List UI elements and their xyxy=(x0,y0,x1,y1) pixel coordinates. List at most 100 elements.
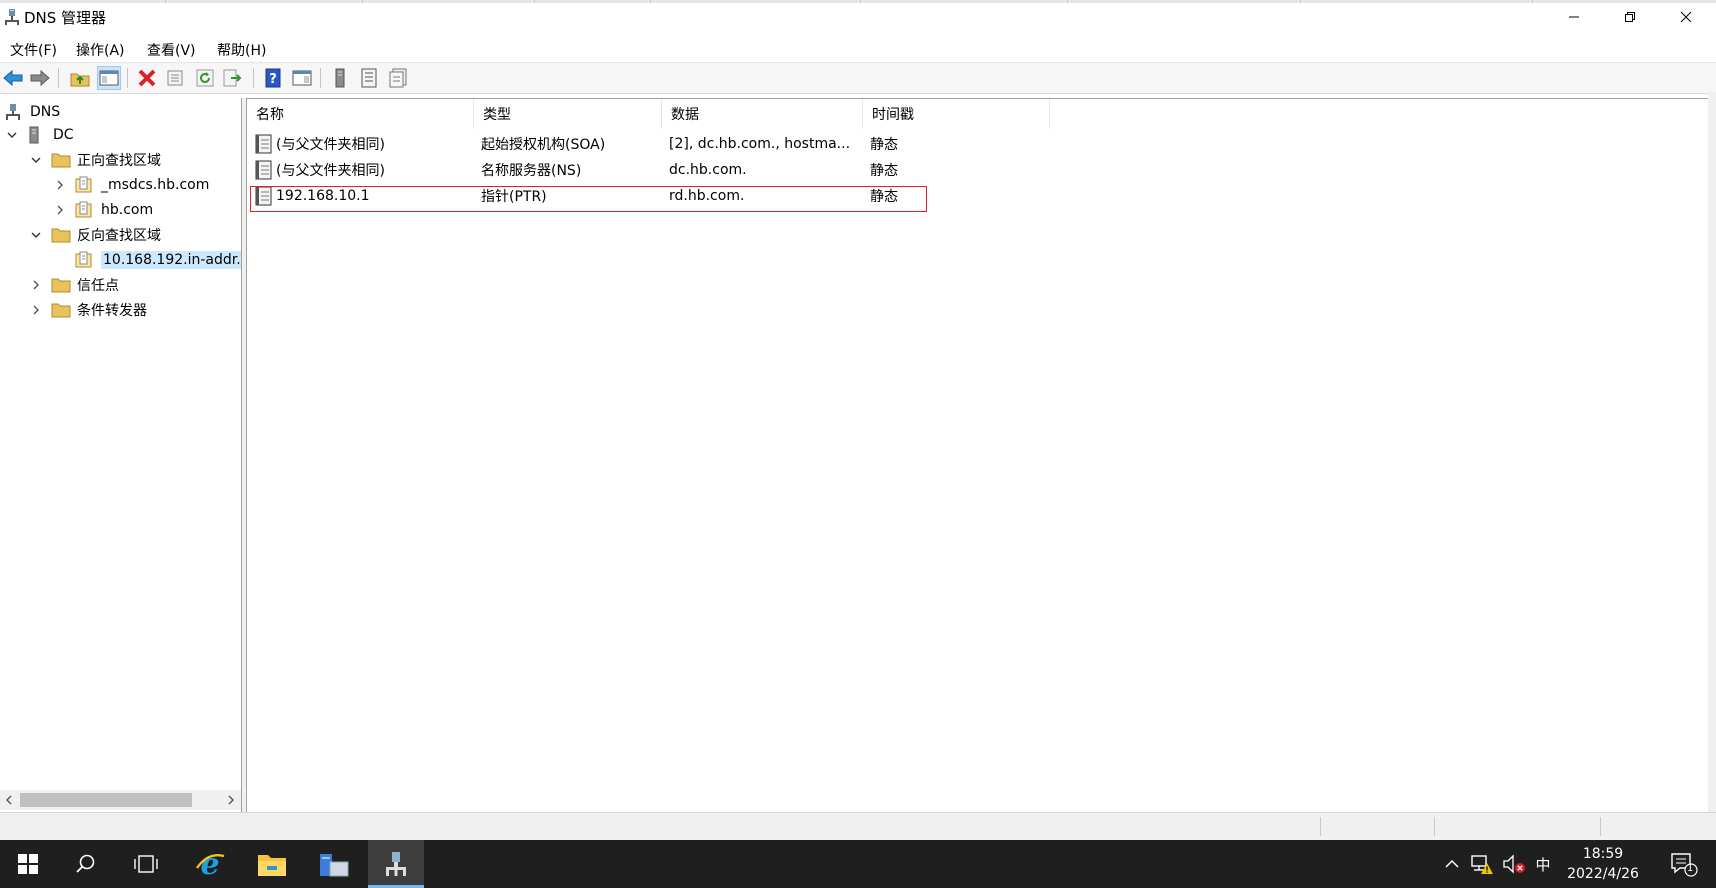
record-timestamp: 静态 xyxy=(870,137,898,153)
console-tree-pane: DNS DC 正向查找区域 _msdcs.hb.com hb.com 反向查找区… xyxy=(0,98,242,812)
chevron-down-icon[interactable] xyxy=(29,228,43,242)
tree-item-dc[interactable]: DC xyxy=(5,123,74,147)
help-icon[interactable]: ? xyxy=(261,66,285,90)
menu-bar: 文件(F) 操作(A) 查看(V) 帮助(H) xyxy=(0,34,1716,63)
tree-label-msdcs: _msdcs.hb.com xyxy=(101,177,210,193)
window-title: DNS 管理器 xyxy=(24,9,107,27)
taskbar-internet-explorer[interactable]: e xyxy=(182,840,238,888)
zone-icon[interactable] xyxy=(386,66,410,90)
dns-icon xyxy=(4,103,24,121)
folder-icon xyxy=(51,276,71,294)
network-status-button[interactable] xyxy=(1468,840,1496,888)
forward-arrow-icon[interactable] xyxy=(28,66,52,90)
chevron-down-icon[interactable] xyxy=(29,153,43,167)
record-list-icon[interactable] xyxy=(357,66,381,90)
record-row[interactable]: (与父文件夹相同) 名称服务器(NS) dc.hb.com. 静态 xyxy=(247,158,1147,182)
column-header-timestamp[interactable]: 时间戳 xyxy=(863,99,1050,129)
task-view-button[interactable] xyxy=(118,840,174,888)
status-bar xyxy=(0,812,1716,840)
taskbar-server-manager[interactable] xyxy=(306,840,362,888)
tree-item-dns[interactable]: DNS xyxy=(4,100,60,124)
minimize-button[interactable] xyxy=(1546,0,1602,34)
scroll-left-icon[interactable] xyxy=(2,793,16,807)
records-list-pane: 名称 类型 数据 时间戳 (与父文件夹相同) 起始授权机构(SOA) [2], … xyxy=(246,98,1709,813)
tree-item-hb-com[interactable]: hb.com xyxy=(53,198,153,222)
svg-text:e: e xyxy=(200,848,219,880)
menu-view[interactable]: 查看(V) xyxy=(145,38,198,62)
close-button[interactable] xyxy=(1658,0,1714,34)
chevron-right-icon[interactable] xyxy=(29,278,43,292)
delete-icon[interactable] xyxy=(135,66,159,90)
clock-time: 18:59 xyxy=(1582,846,1624,862)
column-header-data[interactable]: 数据 xyxy=(662,99,863,129)
column-header-name[interactable]: 名称 xyxy=(247,99,474,129)
taskbar-file-explorer[interactable] xyxy=(244,840,300,888)
network-warning-icon xyxy=(1471,855,1493,874)
tree-label-trust-points: 信任点 xyxy=(77,278,119,294)
refresh-icon[interactable] xyxy=(193,66,217,90)
chevron-up-icon xyxy=(1445,859,1459,868)
chevron-down-icon[interactable] xyxy=(5,128,19,142)
toolbar: ? xyxy=(0,63,1716,94)
tree-item-trust-points[interactable]: 信任点 xyxy=(29,273,119,297)
record-data: rd.hb.com. xyxy=(669,188,745,204)
tree-label-conditional-forwarders: 条件转发器 xyxy=(77,303,147,319)
volume-button[interactable] xyxy=(1500,840,1528,888)
record-icon xyxy=(255,186,272,206)
tree-label-forward-zones: 正向查找区域 xyxy=(77,153,161,169)
dns-icon xyxy=(386,852,406,876)
show-action-pane-icon[interactable] xyxy=(290,66,314,90)
chevron-right-icon[interactable] xyxy=(53,178,67,192)
search-icon xyxy=(76,854,95,873)
restore-button[interactable] xyxy=(1602,0,1658,34)
export-list-icon[interactable] xyxy=(221,66,245,90)
properties-icon[interactable] xyxy=(163,66,187,90)
folder-icon xyxy=(258,855,286,876)
task-view-icon xyxy=(134,855,158,873)
clock-date: 2022/4/26 xyxy=(1567,866,1639,882)
record-row[interactable]: 192.168.10.1 指针(PTR) rd.hb.com. 静态 xyxy=(247,184,1147,208)
taskbar-dns-manager[interactable] xyxy=(368,840,424,888)
dns-app-icon xyxy=(4,8,20,26)
back-arrow-icon[interactable] xyxy=(1,66,25,90)
record-icon xyxy=(255,160,272,180)
record-name: 192.168.10.1 xyxy=(276,188,370,204)
tree-item-reverse-zones[interactable]: 反向查找区域 xyxy=(29,223,161,247)
search-button[interactable] xyxy=(58,840,114,888)
up-folder-icon[interactable] xyxy=(68,66,92,90)
zone-icon xyxy=(75,176,95,194)
record-name: (与父文件夹相同) xyxy=(276,163,385,179)
top-border xyxy=(0,0,1716,3)
record-type: 指针(PTR) xyxy=(481,189,547,205)
server-manager-icon xyxy=(320,854,349,877)
menu-file[interactable]: 文件(F) xyxy=(8,38,59,62)
start-button[interactable] xyxy=(0,840,56,888)
scroll-right-icon[interactable] xyxy=(224,793,238,807)
record-icon xyxy=(255,134,272,154)
menu-action[interactable]: 操作(A) xyxy=(74,38,127,62)
tree-item-forward-zones[interactable]: 正向查找区域 xyxy=(29,148,161,172)
tree-item-reverse-zone-10-168-192[interactable]: 10.168.192.in-addr. xyxy=(53,248,241,272)
menu-help[interactable]: 帮助(H) xyxy=(215,38,268,62)
record-type: 起始授权机构(SOA) xyxy=(481,137,606,153)
chevron-right-icon[interactable] xyxy=(53,203,67,217)
action-center-button[interactable]: 1 xyxy=(1664,840,1704,888)
column-header-type[interactable]: 类型 xyxy=(474,99,662,129)
tree-label-reverse-zones: 反向查找区域 xyxy=(77,228,161,244)
tree-label-reverse-zone: 10.168.192.in-addr. xyxy=(101,251,241,269)
clock[interactable]: 18:59 2022/4/26 xyxy=(1548,844,1658,884)
tree-item-msdcs[interactable]: _msdcs.hb.com xyxy=(53,173,209,197)
tree-item-conditional-forwarders[interactable]: 条件转发器 xyxy=(29,298,147,322)
record-data: dc.hb.com. xyxy=(669,162,747,178)
record-data: [2], dc.hb.com., hostma... xyxy=(669,136,851,152)
tree-horizontal-scrollbar[interactable] xyxy=(0,790,241,810)
chevron-right-icon[interactable] xyxy=(29,303,43,317)
record-row[interactable]: (与父文件夹相同) 起始授权机构(SOA) [2], dc.hb.com., h… xyxy=(247,132,1147,156)
show-hide-console-tree-icon[interactable] xyxy=(97,66,121,90)
folder-icon xyxy=(51,226,71,244)
svg-text:?: ? xyxy=(269,72,277,87)
scrollbar-thumb[interactable] xyxy=(20,793,192,807)
server-icon[interactable] xyxy=(328,66,352,90)
windows-logo-icon xyxy=(18,854,38,874)
show-hidden-icons-button[interactable] xyxy=(1440,840,1464,888)
